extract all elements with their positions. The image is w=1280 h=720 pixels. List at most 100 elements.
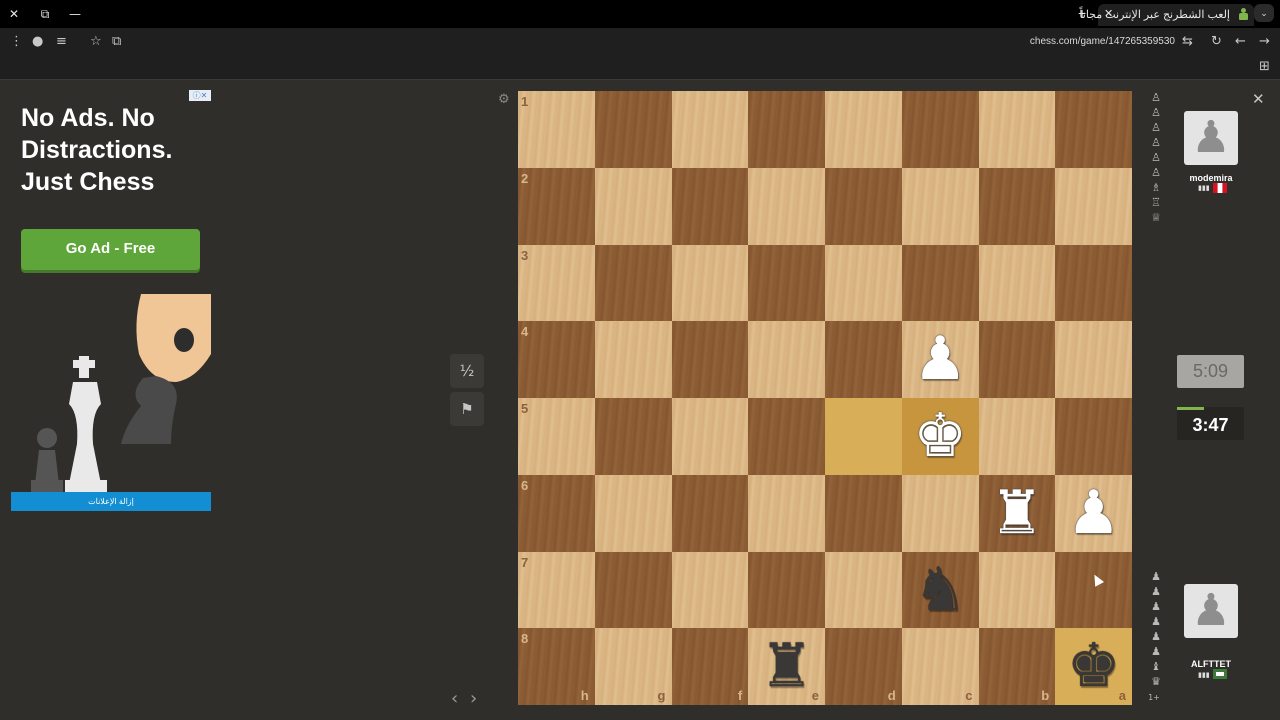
remove-ads-bar[interactable]: إزالة الإعلانات (11, 492, 211, 511)
ad-choices-icon[interactable]: ⓘ✕ (189, 90, 211, 101)
square-f6[interactable] (671, 474, 749, 552)
square-g3[interactable] (594, 244, 672, 322)
square-e7[interactable] (748, 551, 825, 629)
square-g2[interactable] (594, 167, 672, 245)
menu-icon[interactable]: ⋮ (10, 34, 23, 50)
draw-button[interactable]: ½ (450, 354, 484, 388)
square-h6[interactable]: 6 (518, 474, 595, 552)
square-h8[interactable]: 8h (518, 628, 595, 705)
square-b4[interactable] (978, 321, 1056, 398)
square-a6[interactable]: ♟ (1055, 474, 1132, 552)
opponent-name[interactable]: modemira (1171, 173, 1251, 183)
next-move-button[interactable]: › (470, 688, 477, 709)
square-c7[interactable]: ♞ (901, 551, 979, 629)
square-f8[interactable]: f (671, 628, 749, 705)
black-rook-piece[interactable]: ♜ (748, 628, 825, 705)
close-icon[interactable]: ✕ (6, 6, 22, 22)
square-b1[interactable] (978, 91, 1056, 168)
square-c2[interactable] (901, 167, 979, 245)
square-c8[interactable]: c (901, 628, 979, 705)
extensions-icon[interactable]: ⊞ (1259, 59, 1270, 75)
square-a2[interactable] (1055, 167, 1132, 245)
square-b8[interactable]: b (978, 628, 1056, 705)
square-g4[interactable] (594, 321, 672, 398)
close-icon[interactable]: ✕ (1252, 90, 1265, 108)
go-ad-free-button[interactable]: Go Ad - Free (21, 229, 200, 270)
white-king-piece[interactable]: ♚ (902, 398, 979, 475)
chess-board[interactable]: 1 2 3 4 ♟ 5 ♚ 6 ♜ ♟ 7 ♞ 8 h g f e ♜ d c b a ♚ (518, 91, 1132, 705)
square-e6[interactable] (748, 474, 825, 552)
prev-move-button[interactable]: ‹ (451, 688, 458, 709)
restore-icon[interactable]: ⧉ (37, 6, 53, 22)
ad-panel[interactable]: ⓘ✕ No Ads. No Distractions. Just Chess G… (11, 90, 211, 512)
square-b3[interactable] (978, 244, 1056, 322)
square-b7[interactable] (978, 551, 1056, 629)
square-h7[interactable]: 7 (518, 551, 595, 629)
resign-button[interactable]: ⚑ (450, 392, 484, 426)
translate-icon[interactable]: ⇆ (1182, 34, 1193, 50)
player-name[interactable]: ALFTTET (1171, 659, 1251, 669)
square-a8[interactable]: a ♚ (1055, 628, 1132, 705)
square-c4[interactable]: ♟ (901, 321, 979, 398)
square-d4[interactable] (825, 321, 902, 398)
square-g6[interactable] (594, 474, 672, 552)
square-a1[interactable] (1055, 91, 1132, 168)
square-e8[interactable]: e ♜ (748, 628, 825, 705)
square-e5[interactable] (748, 398, 825, 475)
square-b2[interactable] (978, 167, 1056, 245)
reload-icon[interactable]: ↻ (1211, 34, 1222, 50)
square-f4[interactable] (671, 321, 749, 398)
square-c3[interactable] (901, 244, 979, 322)
square-e4[interactable] (748, 321, 825, 398)
customize-icon[interactable]: ≡ (56, 34, 67, 50)
square-g1[interactable] (594, 91, 672, 168)
white-rook-piece[interactable]: ♜ (979, 475, 1056, 552)
square-h4[interactable]: 4 (518, 321, 595, 398)
browser-tab[interactable]: ✕ إلعب الشطرنج عبر الإنترنت مجاناً (1079, 4, 1254, 26)
white-pawn-piece[interactable]: ♟ (902, 321, 979, 398)
square-a4[interactable] (1055, 321, 1132, 398)
square-c6[interactable] (901, 474, 979, 552)
square-e1[interactable] (748, 91, 825, 168)
back-icon[interactable]: ← (1235, 34, 1246, 50)
square-b6[interactable]: ♜ (978, 474, 1056, 552)
square-f5[interactable] (671, 398, 749, 475)
square-h2[interactable]: 2 (518, 167, 595, 245)
square-g7[interactable] (594, 551, 672, 629)
square-a7[interactable] (1055, 551, 1132, 629)
install-icon[interactable]: ⧉ (112, 34, 121, 50)
star-icon[interactable]: ☆ (90, 34, 102, 50)
gear-icon[interactable]: ⚙ (498, 92, 510, 107)
square-a3[interactable] (1055, 244, 1132, 322)
square-h5[interactable]: 5 (518, 398, 595, 475)
square-f2[interactable] (671, 167, 749, 245)
square-a5[interactable] (1055, 398, 1132, 475)
forward-icon[interactable]: → (1259, 34, 1270, 50)
url-field[interactable]: chess.com/game/147265359530 (1020, 36, 1175, 47)
opponent-avatar[interactable]: ♟ (1184, 111, 1238, 165)
square-d2[interactable] (825, 167, 902, 245)
square-f1[interactable] (671, 91, 749, 168)
site-info-icon[interactable]: ● (32, 34, 43, 50)
square-e3[interactable] (748, 244, 825, 322)
black-knight-piece[interactable]: ♞ (902, 552, 979, 629)
minimize-icon[interactable]: — (67, 6, 83, 22)
square-c1[interactable] (901, 91, 979, 168)
square-d5[interactable] (825, 398, 902, 475)
square-f7[interactable] (671, 551, 749, 629)
tab-menu-icon[interactable]: ⌄ (1254, 4, 1274, 22)
player-avatar[interactable]: ♟ (1184, 584, 1238, 638)
square-d6[interactable] (825, 474, 902, 552)
white-pawn-piece[interactable]: ♟ (1055, 475, 1132, 552)
square-h3[interactable]: 3 (518, 244, 595, 322)
black-king-piece[interactable]: ♚ (1055, 628, 1132, 705)
square-d3[interactable] (825, 244, 902, 322)
square-h1[interactable]: 1 (518, 91, 595, 168)
square-d8[interactable]: d (825, 628, 902, 705)
square-d7[interactable] (825, 551, 902, 629)
square-g5[interactable] (594, 398, 672, 475)
square-d1[interactable] (825, 91, 902, 168)
square-c5[interactable]: ♚ (901, 398, 979, 475)
square-f3[interactable] (671, 244, 749, 322)
square-e2[interactable] (748, 167, 825, 245)
